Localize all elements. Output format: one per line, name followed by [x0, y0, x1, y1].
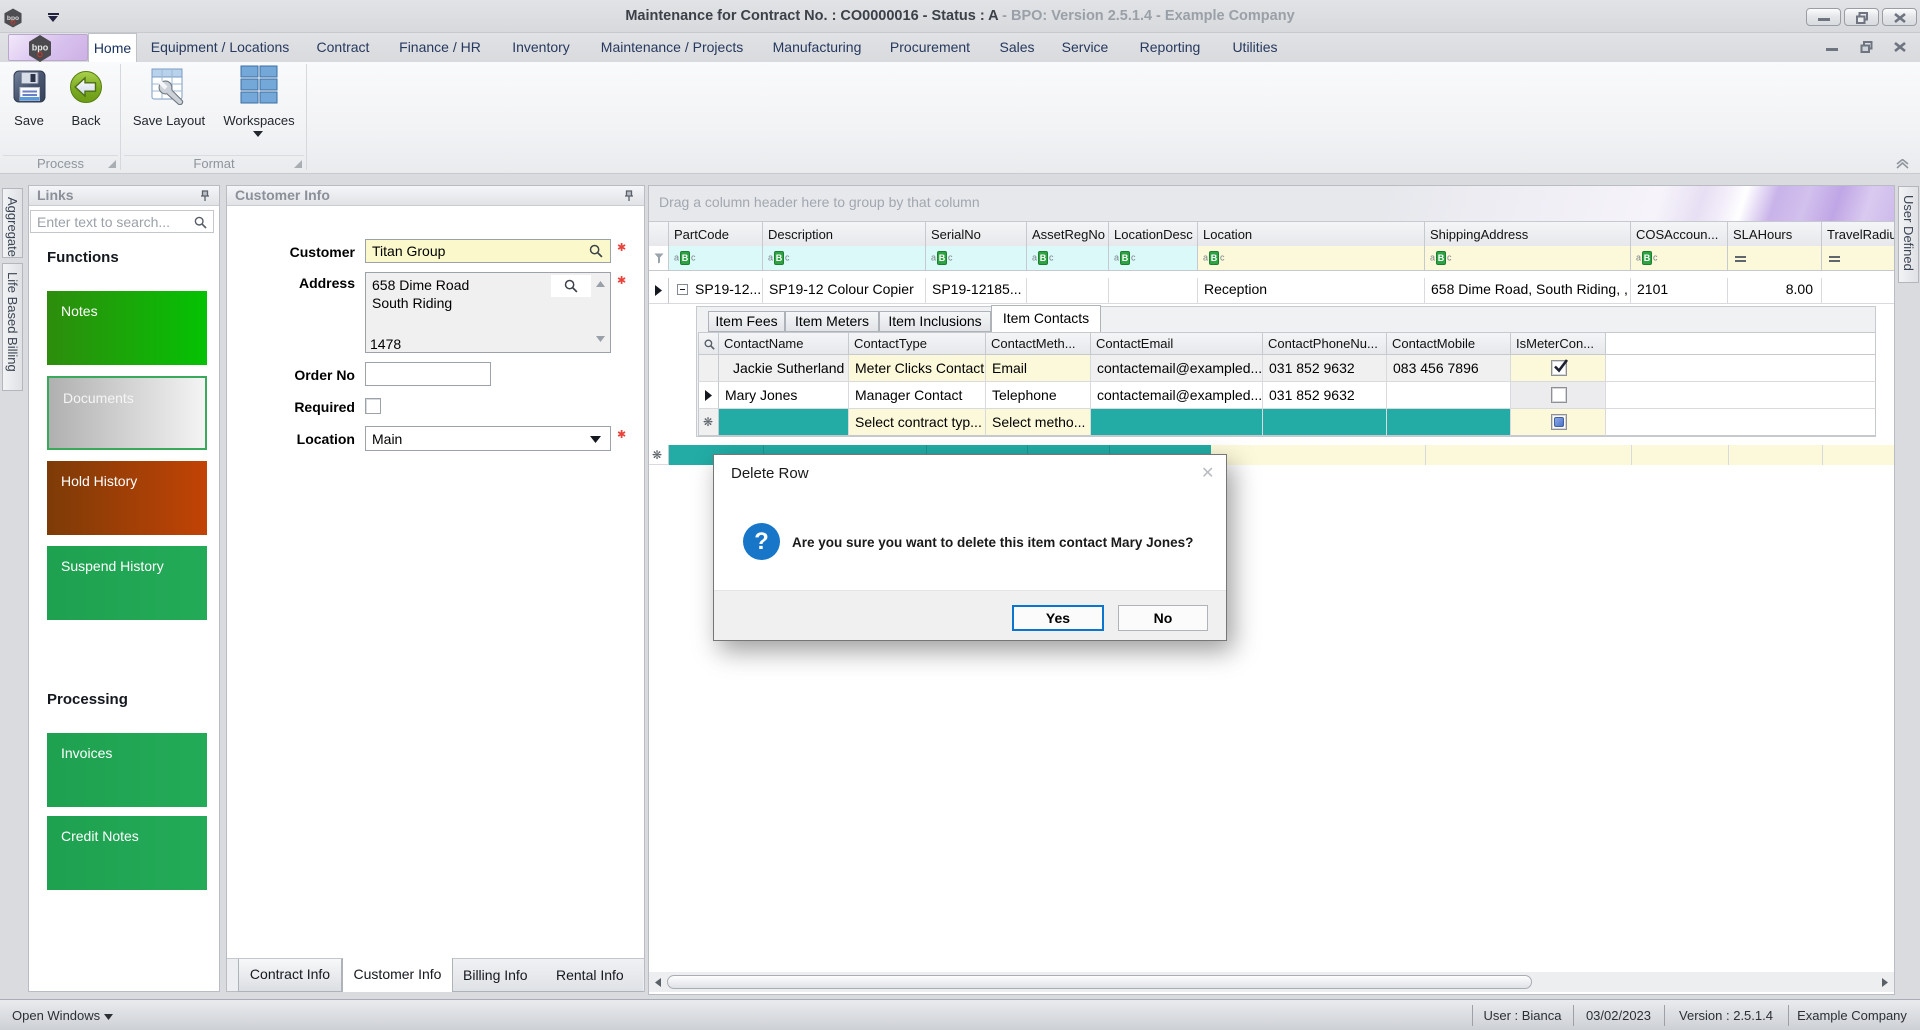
svg-text:bpo: bpo: [32, 43, 49, 53]
